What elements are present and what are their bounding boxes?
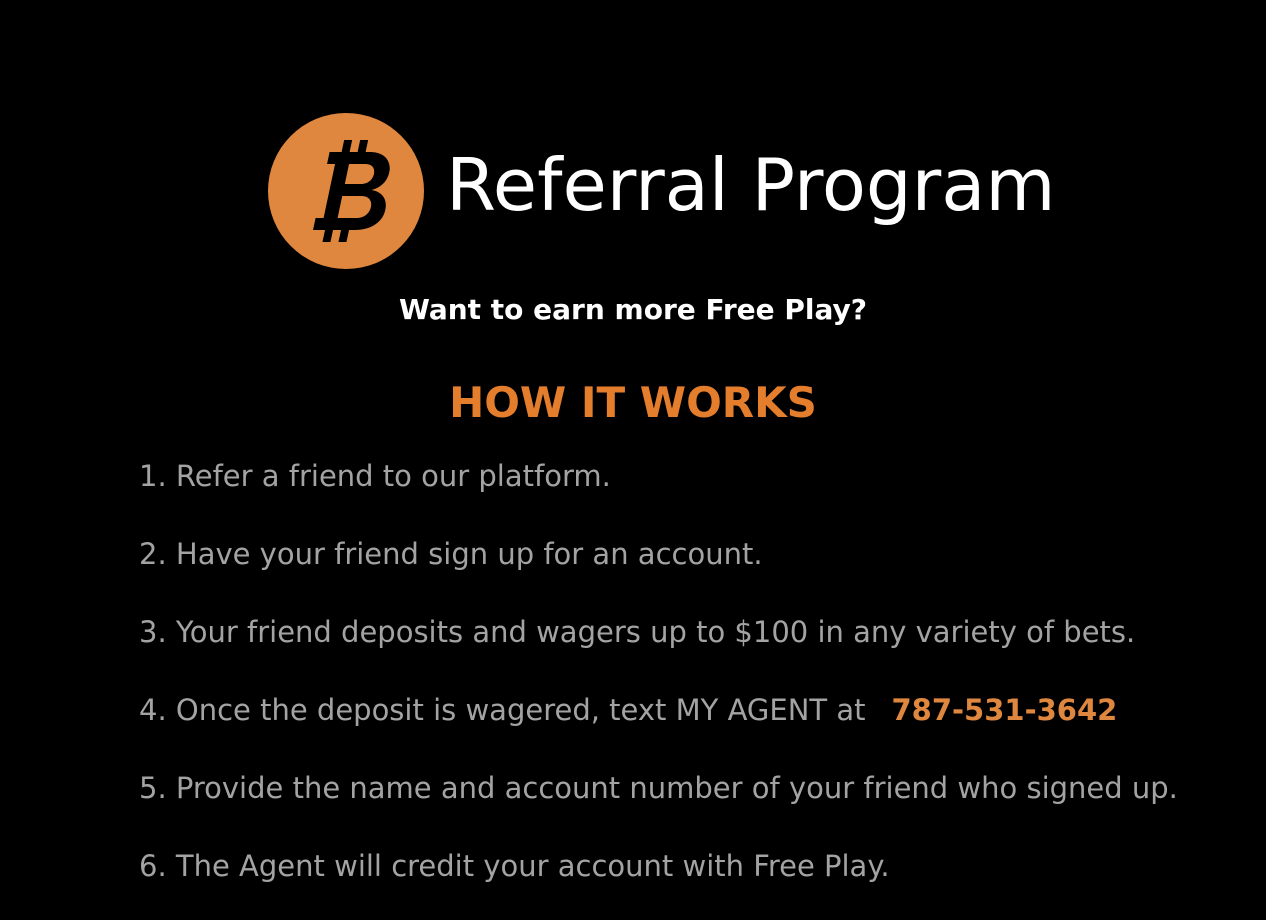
step-item: 6. The Agent will credit your account wi… bbox=[139, 845, 1178, 920]
step-text: 3. Your friend deposits and wagers up to… bbox=[139, 615, 1136, 649]
page-title: Referral Program bbox=[446, 143, 1056, 227]
how-it-works-heading: HOW IT WORKS bbox=[449, 378, 817, 427]
step-item: 2. Have your friend sign up for an accou… bbox=[139, 533, 1178, 611]
step-item: 1. Refer a friend to our platform. bbox=[139, 455, 1178, 533]
step-text: 5. Provide the name and account number o… bbox=[139, 771, 1178, 805]
bitcoin-logo bbox=[268, 113, 424, 269]
step-item: 3. Your friend deposits and wagers up to… bbox=[139, 611, 1178, 689]
step-text: 1. Refer a friend to our platform. bbox=[139, 459, 611, 493]
step-item: 5. Provide the name and account number o… bbox=[139, 767, 1178, 845]
page-subtitle: Want to earn more Free Play? bbox=[398, 293, 868, 326]
bitcoin-icon bbox=[313, 140, 390, 242]
step-text: 6. The Agent will credit your account wi… bbox=[139, 849, 890, 883]
agent-phone-number[interactable]: 787-531-3642 bbox=[891, 693, 1117, 727]
steps-list: 1. Refer a friend to our platform. 2. Ha… bbox=[139, 455, 1178, 920]
step-text: 4. Once the deposit is wagered, text MY … bbox=[139, 693, 866, 727]
step-text: 2. Have your friend sign up for an accou… bbox=[139, 537, 763, 571]
step-item: 4. Once the deposit is wagered, text MY … bbox=[139, 689, 1178, 767]
page-header: Referral Program bbox=[268, 113, 1055, 269]
